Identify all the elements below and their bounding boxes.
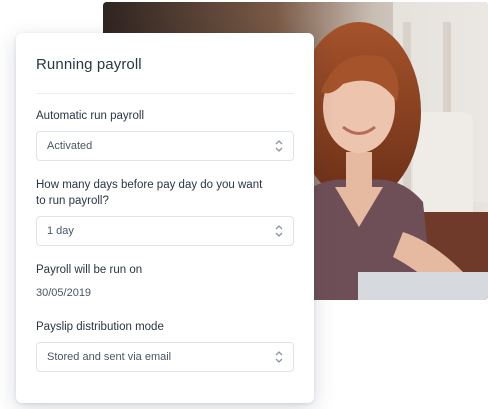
divider — [36, 93, 294, 94]
running-payroll-card: Running payroll Automatic run payroll Ac… — [16, 33, 314, 403]
payslip-mode-label: Payslip distribution mode — [36, 321, 164, 333]
automatic-run-value: Activated — [47, 140, 93, 152]
chevron-up-down-icon — [275, 351, 283, 363]
run-date-value: 30/05/2019 — [36, 287, 92, 299]
automatic-run-select[interactable]: Activated — [36, 131, 294, 161]
days-before-value: 1 day — [47, 225, 74, 237]
days-before-select[interactable]: 1 day — [36, 216, 294, 246]
payslip-mode-select[interactable]: Stored and sent via email — [36, 342, 294, 372]
card-title: Running payroll — [36, 56, 142, 73]
run-date-label: Payroll will be run on — [36, 264, 143, 276]
payslip-mode-value: Stored and sent via email — [47, 351, 172, 363]
page: Running payroll Automatic run payroll Ac… — [0, 0, 488, 409]
chevron-up-down-icon — [275, 140, 283, 152]
automatic-run-label: Automatic run payroll — [36, 110, 145, 122]
days-before-label: How many days before pay day do you want… — [36, 179, 263, 207]
chevron-up-down-icon — [275, 225, 283, 237]
